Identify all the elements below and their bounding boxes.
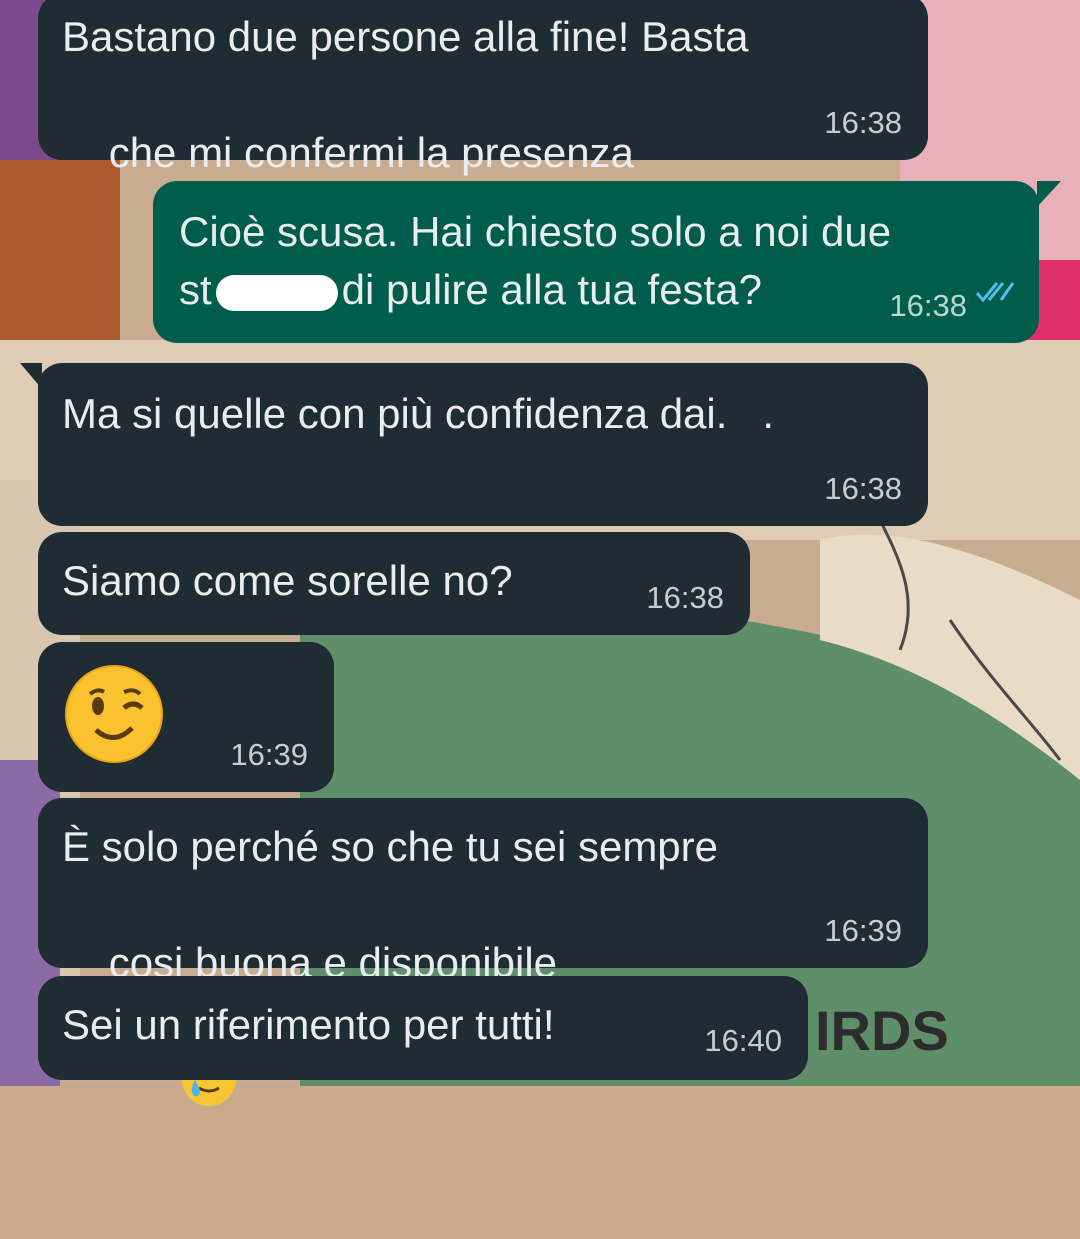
read-receipt-icon [975,261,1015,319]
message-timestamp: 16:39 [230,737,308,772]
message-text: Sei un riferimento per tutti! [62,1001,555,1048]
message-timestamp: 16:38 [824,105,902,140]
message-timestamp: 16:38 [889,288,967,323]
message-bubble-incoming[interactable]: Sei un riferimento per tutti! 16:40 [38,976,808,1080]
message-text-line: st di pulire alla tua festa? [179,261,1013,319]
message-bubble-outgoing[interactable]: Cioè scusa. Hai chiesto solo a noi due s… [153,181,1061,343]
message-bubble-incoming[interactable]: 16:39 [38,642,334,792]
message-timestamp: 16:38 [824,471,902,506]
message-text: Ma si quelle con più confidenza dai. . [62,390,775,437]
message-text-line: È solo perché so che tu sei sempre [62,823,719,870]
message-text-line: Bastano due persone alla fine! Basta [62,13,749,60]
message-timestamp: 16:39 [824,913,902,948]
message-timestamp: 16:40 [704,1023,782,1058]
message-text: di pulire alla tua festa? [341,266,762,313]
message-text-line: Cioè scusa. Hai chiesto solo a noi due [179,208,892,255]
bubble-tail [1037,181,1061,207]
message-bubble-incoming[interactable]: È solo perché so che tu sei sempre cosi … [38,798,928,1106]
message-bubble-incoming[interactable]: Siamo come sorelle no? 16:38 [38,532,750,635]
message-text: st [179,266,212,313]
winking-face-emoji-icon [64,664,164,779]
message-text: che mi confermi la presenza [108,129,634,176]
message-bubble-incoming[interactable]: Bastano due persone alla fine! Basta che… [38,0,928,294]
message-text: Siamo come sorelle no? [62,557,513,604]
redaction-block [215,274,338,311]
bubble-tail [20,363,42,389]
message-timestamp: 16:38 [646,580,724,615]
message-bubble-incoming[interactable]: Ma si quelle con più confidenza dai. . 1… [20,363,928,526]
